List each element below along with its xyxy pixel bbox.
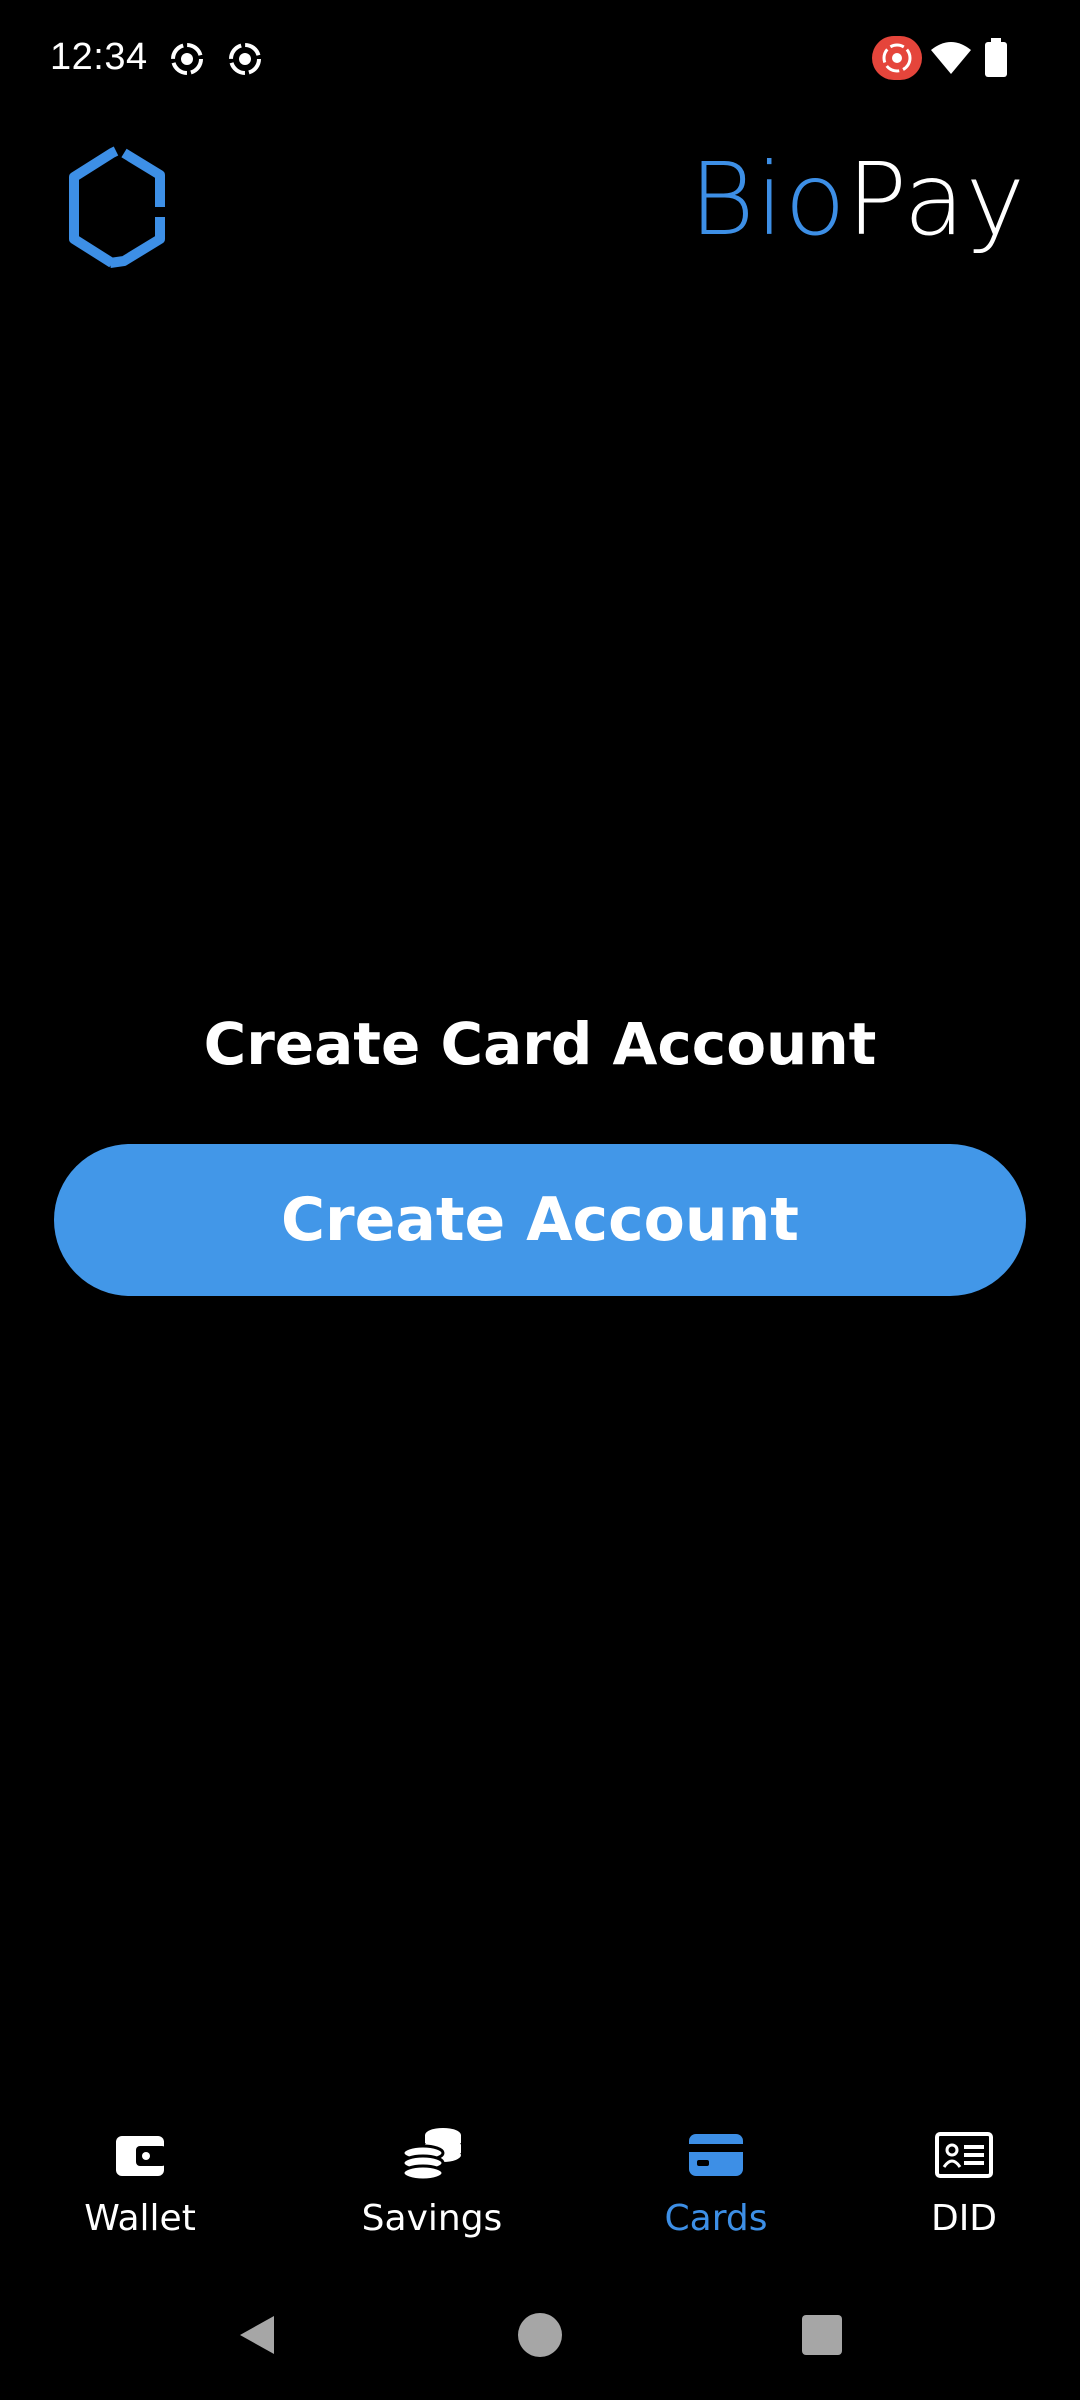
system-nav: [0, 2290, 1080, 2380]
wallet-icon: [105, 2120, 175, 2190]
nav-label-cards: Cards: [664, 2198, 768, 2239]
nav-item-did[interactable]: DID: [854, 2120, 1074, 2260]
brand-logo: BioPay: [689, 140, 1026, 260]
back-icon[interactable]: [212, 2290, 302, 2380]
page-title: Create Card Account: [203, 1010, 877, 1078]
nav-label-savings: Savings: [361, 2198, 503, 2239]
wifi-icon: [930, 40, 972, 80]
credit-card-icon: [681, 2120, 751, 2190]
record-icon: [226, 40, 264, 82]
brand-text-pay: Pay: [846, 141, 1026, 258]
recents-icon[interactable]: [777, 2290, 867, 2380]
screen-record-icon: [872, 36, 922, 84]
create-account-button[interactable]: Create Account: [54, 1144, 1026, 1296]
status-bar: 12:34: [0, 0, 1080, 120]
coins-icon: [397, 2120, 467, 2190]
status-time: 12:34: [50, 36, 148, 78]
battery-icon: [984, 38, 1008, 82]
nav-item-wallet[interactable]: Wallet: [30, 2120, 250, 2260]
record-icon: [168, 40, 206, 82]
hexagon-logo-icon: [62, 145, 172, 270]
home-icon[interactable]: [495, 2290, 585, 2380]
id-card-icon: [929, 2120, 999, 2190]
nav-label-did: DID: [930, 2198, 998, 2239]
nav-label-wallet: Wallet: [84, 2198, 196, 2239]
brand-text-bio: Bio: [689, 141, 847, 258]
nav-item-cards[interactable]: Cards: [606, 2120, 826, 2260]
nav-item-savings[interactable]: Savings: [322, 2120, 542, 2260]
bottom-nav: Wallet Savings Cards DID: [0, 2120, 1080, 2280]
